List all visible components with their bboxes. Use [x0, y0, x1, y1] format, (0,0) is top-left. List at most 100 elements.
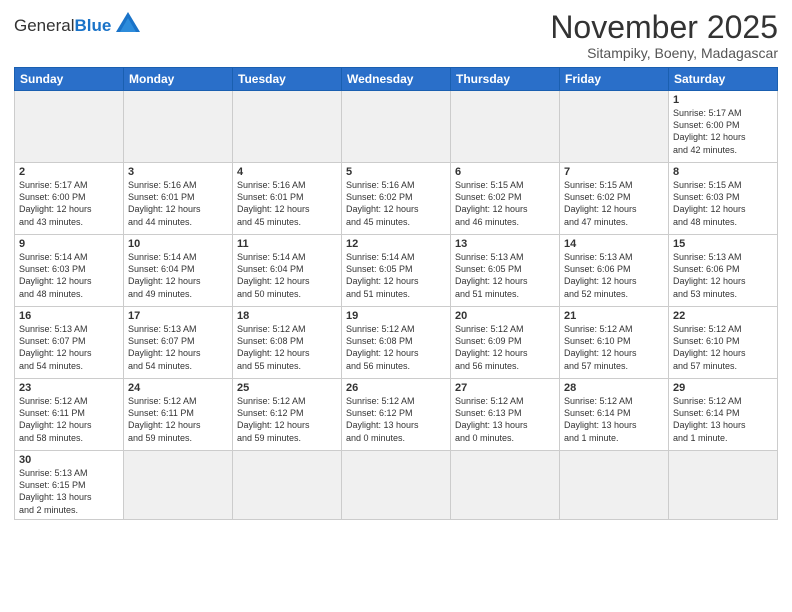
calendar-cell: 2Sunrise: 5:17 AM Sunset: 6:00 PM Daylig…	[15, 163, 124, 235]
day-info: Sunrise: 5:14 AM Sunset: 6:04 PM Dayligh…	[237, 251, 337, 300]
calendar-cell: 30Sunrise: 5:13 AM Sunset: 6:15 PM Dayli…	[15, 451, 124, 520]
day-number: 10	[128, 238, 228, 250]
week-row-3: 16Sunrise: 5:13 AM Sunset: 6:07 PM Dayli…	[15, 307, 778, 379]
logo: GeneralBlue	[14, 14, 142, 38]
day-number: 12	[346, 238, 446, 250]
day-info: Sunrise: 5:12 AM Sunset: 6:08 PM Dayligh…	[237, 323, 337, 372]
day-info: Sunrise: 5:12 AM Sunset: 6:10 PM Dayligh…	[564, 323, 664, 372]
day-number: 1	[673, 94, 773, 106]
day-info: Sunrise: 5:14 AM Sunset: 6:04 PM Dayligh…	[128, 251, 228, 300]
calendar-cell: 3Sunrise: 5:16 AM Sunset: 6:01 PM Daylig…	[124, 163, 233, 235]
day-number: 19	[346, 310, 446, 322]
day-info: Sunrise: 5:16 AM Sunset: 6:02 PM Dayligh…	[346, 179, 446, 228]
day-info: Sunrise: 5:12 AM Sunset: 6:12 PM Dayligh…	[237, 395, 337, 444]
calendar-cell: 19Sunrise: 5:12 AM Sunset: 6:08 PM Dayli…	[342, 307, 451, 379]
day-number: 4	[237, 166, 337, 178]
calendar-header-row: Sunday Monday Tuesday Wednesday Thursday…	[15, 68, 778, 91]
day-number: 3	[128, 166, 228, 178]
calendar-cell: 11Sunrise: 5:14 AM Sunset: 6:04 PM Dayli…	[233, 235, 342, 307]
day-number: 8	[673, 166, 773, 178]
calendar-cell: 1Sunrise: 5:17 AM Sunset: 6:00 PM Daylig…	[669, 91, 778, 163]
calendar-cell: 20Sunrise: 5:12 AM Sunset: 6:09 PM Dayli…	[451, 307, 560, 379]
col-friday: Friday	[560, 68, 669, 91]
logo-icon	[114, 10, 142, 38]
day-info: Sunrise: 5:16 AM Sunset: 6:01 PM Dayligh…	[237, 179, 337, 228]
day-info: Sunrise: 5:12 AM Sunset: 6:10 PM Dayligh…	[673, 323, 773, 372]
title-block: November 2025 Sitampiky, Boeny, Madagasc…	[550, 10, 778, 61]
day-number: 16	[19, 310, 119, 322]
calendar-cell: 9Sunrise: 5:14 AM Sunset: 6:03 PM Daylig…	[15, 235, 124, 307]
calendar-cell	[451, 91, 560, 163]
col-sunday: Sunday	[15, 68, 124, 91]
calendar-cell: 14Sunrise: 5:13 AM Sunset: 6:06 PM Dayli…	[560, 235, 669, 307]
calendar-cell: 12Sunrise: 5:14 AM Sunset: 6:05 PM Dayli…	[342, 235, 451, 307]
calendar-cell: 28Sunrise: 5:12 AM Sunset: 6:14 PM Dayli…	[560, 379, 669, 451]
day-info: Sunrise: 5:12 AM Sunset: 6:14 PM Dayligh…	[564, 395, 664, 444]
week-row-1: 2Sunrise: 5:17 AM Sunset: 6:00 PM Daylig…	[15, 163, 778, 235]
calendar-cell: 6Sunrise: 5:15 AM Sunset: 6:02 PM Daylig…	[451, 163, 560, 235]
calendar-cell: 5Sunrise: 5:16 AM Sunset: 6:02 PM Daylig…	[342, 163, 451, 235]
day-number: 6	[455, 166, 555, 178]
day-number: 22	[673, 310, 773, 322]
calendar-cell	[342, 91, 451, 163]
calendar-cell: 8Sunrise: 5:15 AM Sunset: 6:03 PM Daylig…	[669, 163, 778, 235]
day-info: Sunrise: 5:12 AM Sunset: 6:11 PM Dayligh…	[19, 395, 119, 444]
calendar-cell	[560, 451, 669, 520]
day-info: Sunrise: 5:12 AM Sunset: 6:13 PM Dayligh…	[455, 395, 555, 444]
month-title: November 2025	[550, 10, 778, 45]
calendar-cell: 17Sunrise: 5:13 AM Sunset: 6:07 PM Dayli…	[124, 307, 233, 379]
day-info: Sunrise: 5:15 AM Sunset: 6:03 PM Dayligh…	[673, 179, 773, 228]
day-number: 28	[564, 382, 664, 394]
calendar-cell	[451, 451, 560, 520]
day-number: 9	[19, 238, 119, 250]
calendar-cell	[669, 451, 778, 520]
calendar-cell: 29Sunrise: 5:12 AM Sunset: 6:14 PM Dayli…	[669, 379, 778, 451]
calendar-cell	[124, 91, 233, 163]
calendar-cell: 22Sunrise: 5:12 AM Sunset: 6:10 PM Dayli…	[669, 307, 778, 379]
calendar-cell: 27Sunrise: 5:12 AM Sunset: 6:13 PM Dayli…	[451, 379, 560, 451]
day-number: 11	[237, 238, 337, 250]
day-number: 24	[128, 382, 228, 394]
day-info: Sunrise: 5:12 AM Sunset: 6:11 PM Dayligh…	[128, 395, 228, 444]
day-info: Sunrise: 5:15 AM Sunset: 6:02 PM Dayligh…	[564, 179, 664, 228]
day-number: 5	[346, 166, 446, 178]
col-tuesday: Tuesday	[233, 68, 342, 91]
calendar-cell: 26Sunrise: 5:12 AM Sunset: 6:12 PM Dayli…	[342, 379, 451, 451]
day-info: Sunrise: 5:13 AM Sunset: 6:07 PM Dayligh…	[19, 323, 119, 372]
calendar-cell: 13Sunrise: 5:13 AM Sunset: 6:05 PM Dayli…	[451, 235, 560, 307]
calendar-cell: 21Sunrise: 5:12 AM Sunset: 6:10 PM Dayli…	[560, 307, 669, 379]
calendar-cell: 4Sunrise: 5:16 AM Sunset: 6:01 PM Daylig…	[233, 163, 342, 235]
day-number: 29	[673, 382, 773, 394]
calendar-cell: 15Sunrise: 5:13 AM Sunset: 6:06 PM Dayli…	[669, 235, 778, 307]
day-info: Sunrise: 5:17 AM Sunset: 6:00 PM Dayligh…	[673, 107, 773, 156]
day-info: Sunrise: 5:14 AM Sunset: 6:05 PM Dayligh…	[346, 251, 446, 300]
week-row-2: 9Sunrise: 5:14 AM Sunset: 6:03 PM Daylig…	[15, 235, 778, 307]
day-info: Sunrise: 5:14 AM Sunset: 6:03 PM Dayligh…	[19, 251, 119, 300]
calendar-cell	[15, 91, 124, 163]
day-info: Sunrise: 5:12 AM Sunset: 6:09 PM Dayligh…	[455, 323, 555, 372]
calendar-cell: 16Sunrise: 5:13 AM Sunset: 6:07 PM Dayli…	[15, 307, 124, 379]
col-saturday: Saturday	[669, 68, 778, 91]
day-number: 26	[346, 382, 446, 394]
calendar-cell	[233, 91, 342, 163]
day-number: 17	[128, 310, 228, 322]
page: GeneralBlue November 2025 Sitampiky, Boe…	[0, 0, 792, 612]
day-number: 23	[19, 382, 119, 394]
day-info: Sunrise: 5:13 AM Sunset: 6:07 PM Dayligh…	[128, 323, 228, 372]
calendar-cell	[233, 451, 342, 520]
day-info: Sunrise: 5:12 AM Sunset: 6:14 PM Dayligh…	[673, 395, 773, 444]
calendar-cell: 23Sunrise: 5:12 AM Sunset: 6:11 PM Dayli…	[15, 379, 124, 451]
day-info: Sunrise: 5:13 AM Sunset: 6:06 PM Dayligh…	[564, 251, 664, 300]
day-number: 18	[237, 310, 337, 322]
day-number: 30	[19, 454, 119, 466]
calendar-cell: 10Sunrise: 5:14 AM Sunset: 6:04 PM Dayli…	[124, 235, 233, 307]
col-thursday: Thursday	[451, 68, 560, 91]
week-row-5: 30Sunrise: 5:13 AM Sunset: 6:15 PM Dayli…	[15, 451, 778, 520]
day-info: Sunrise: 5:13 AM Sunset: 6:06 PM Dayligh…	[673, 251, 773, 300]
day-info: Sunrise: 5:12 AM Sunset: 6:12 PM Dayligh…	[346, 395, 446, 444]
day-info: Sunrise: 5:12 AM Sunset: 6:08 PM Dayligh…	[346, 323, 446, 372]
calendar-cell: 7Sunrise: 5:15 AM Sunset: 6:02 PM Daylig…	[560, 163, 669, 235]
header: GeneralBlue November 2025 Sitampiky, Boe…	[14, 10, 778, 61]
week-row-0: 1Sunrise: 5:17 AM Sunset: 6:00 PM Daylig…	[15, 91, 778, 163]
day-number: 7	[564, 166, 664, 178]
